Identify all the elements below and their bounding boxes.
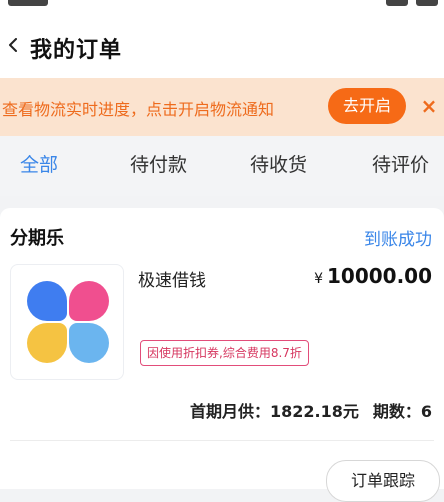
logistics-notice-banner: 查看物流实时进度，点击开启物流通知 去开启 ×	[0, 78, 444, 136]
divider	[10, 440, 434, 441]
order-tabs: 全部 待付款 待收货 待评价	[0, 136, 444, 196]
currency-symbol: ¥	[314, 271, 323, 287]
close-icon[interactable]: ×	[420, 95, 438, 117]
product-image	[10, 264, 124, 380]
price-amount: 10000.00	[326, 264, 432, 288]
discount-tag: 因使用折扣券,综合费用8.7折	[140, 340, 309, 366]
installment-info: 首期月供：1822.18元 期数：6	[190, 398, 432, 422]
order-card[interactable]: 分期乐 到账成功 极速借钱 ¥10000.00 因使用折扣券,综合费用8.7折 …	[0, 208, 444, 502]
logo-petal	[69, 281, 109, 321]
status-bar	[0, 0, 444, 14]
merchant-name: 分期乐	[10, 228, 64, 249]
header: 我的订单	[0, 14, 444, 78]
logo-petal	[27, 323, 67, 363]
enable-notification-button[interactable]: 去开启	[328, 88, 406, 124]
page-title: 我的订单	[30, 38, 123, 63]
tab-pending-payment[interactable]: 待付款	[130, 150, 187, 177]
tab-all[interactable]: 全部	[20, 150, 58, 177]
status-indicator	[386, 0, 408, 6]
tab-pending-receipt[interactable]: 待收货	[250, 150, 307, 177]
tab-pending-review[interactable]: 待评价	[372, 150, 429, 177]
product-name: 极速借钱	[138, 271, 206, 291]
banner-text: 查看物流实时进度，点击开启物流通知	[2, 100, 275, 119]
status-indicator	[8, 0, 48, 6]
logo-petal	[27, 281, 67, 321]
installment-count: 期数：6	[372, 402, 432, 421]
first-payment: 首期月供：1822.18元	[189, 402, 359, 421]
track-order-button[interactable]: 订单跟踪	[326, 460, 440, 502]
order-status: 到账成功	[364, 230, 432, 250]
price: ¥10000.00	[314, 264, 432, 288]
chevron-left-icon[interactable]	[6, 38, 20, 52]
logo-petal	[69, 323, 109, 363]
status-indicator	[416, 0, 438, 6]
